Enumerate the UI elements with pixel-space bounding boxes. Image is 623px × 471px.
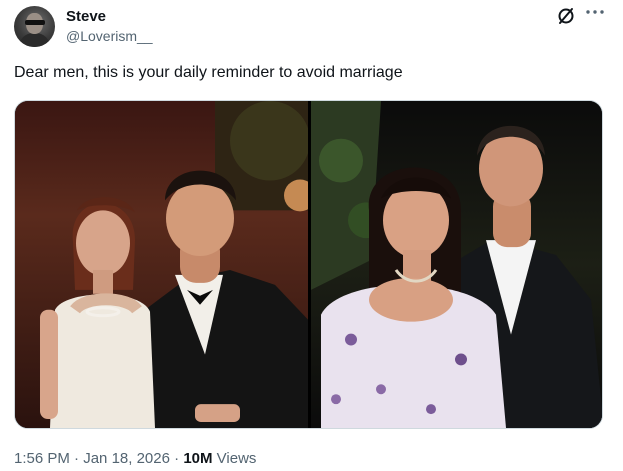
author-name[interactable]: Steve xyxy=(66,8,106,25)
separator: · xyxy=(74,450,80,467)
post-time[interactable]: 1:56 PM xyxy=(14,450,70,467)
media-grid xyxy=(14,100,603,429)
separator: · xyxy=(174,450,180,467)
views-count: 10M xyxy=(183,450,213,467)
more-options-icon[interactable] xyxy=(584,5,606,19)
views-label: Views xyxy=(216,450,257,467)
post-date[interactable]: Jan 18, 2026 xyxy=(83,450,170,467)
post-timestamp[interactable]: 1:56 PM · Jan 18, 2026 · 10M Views xyxy=(14,450,256,467)
author-handle[interactable]: @Loverism__ xyxy=(66,28,153,44)
right-photo[interactable] xyxy=(311,101,602,428)
grok-icon[interactable] xyxy=(556,6,576,26)
author-avatar[interactable] xyxy=(14,6,55,47)
left-photo[interactable] xyxy=(15,101,308,428)
tweet-text: Dear men, this is your daily reminder to… xyxy=(14,64,403,81)
